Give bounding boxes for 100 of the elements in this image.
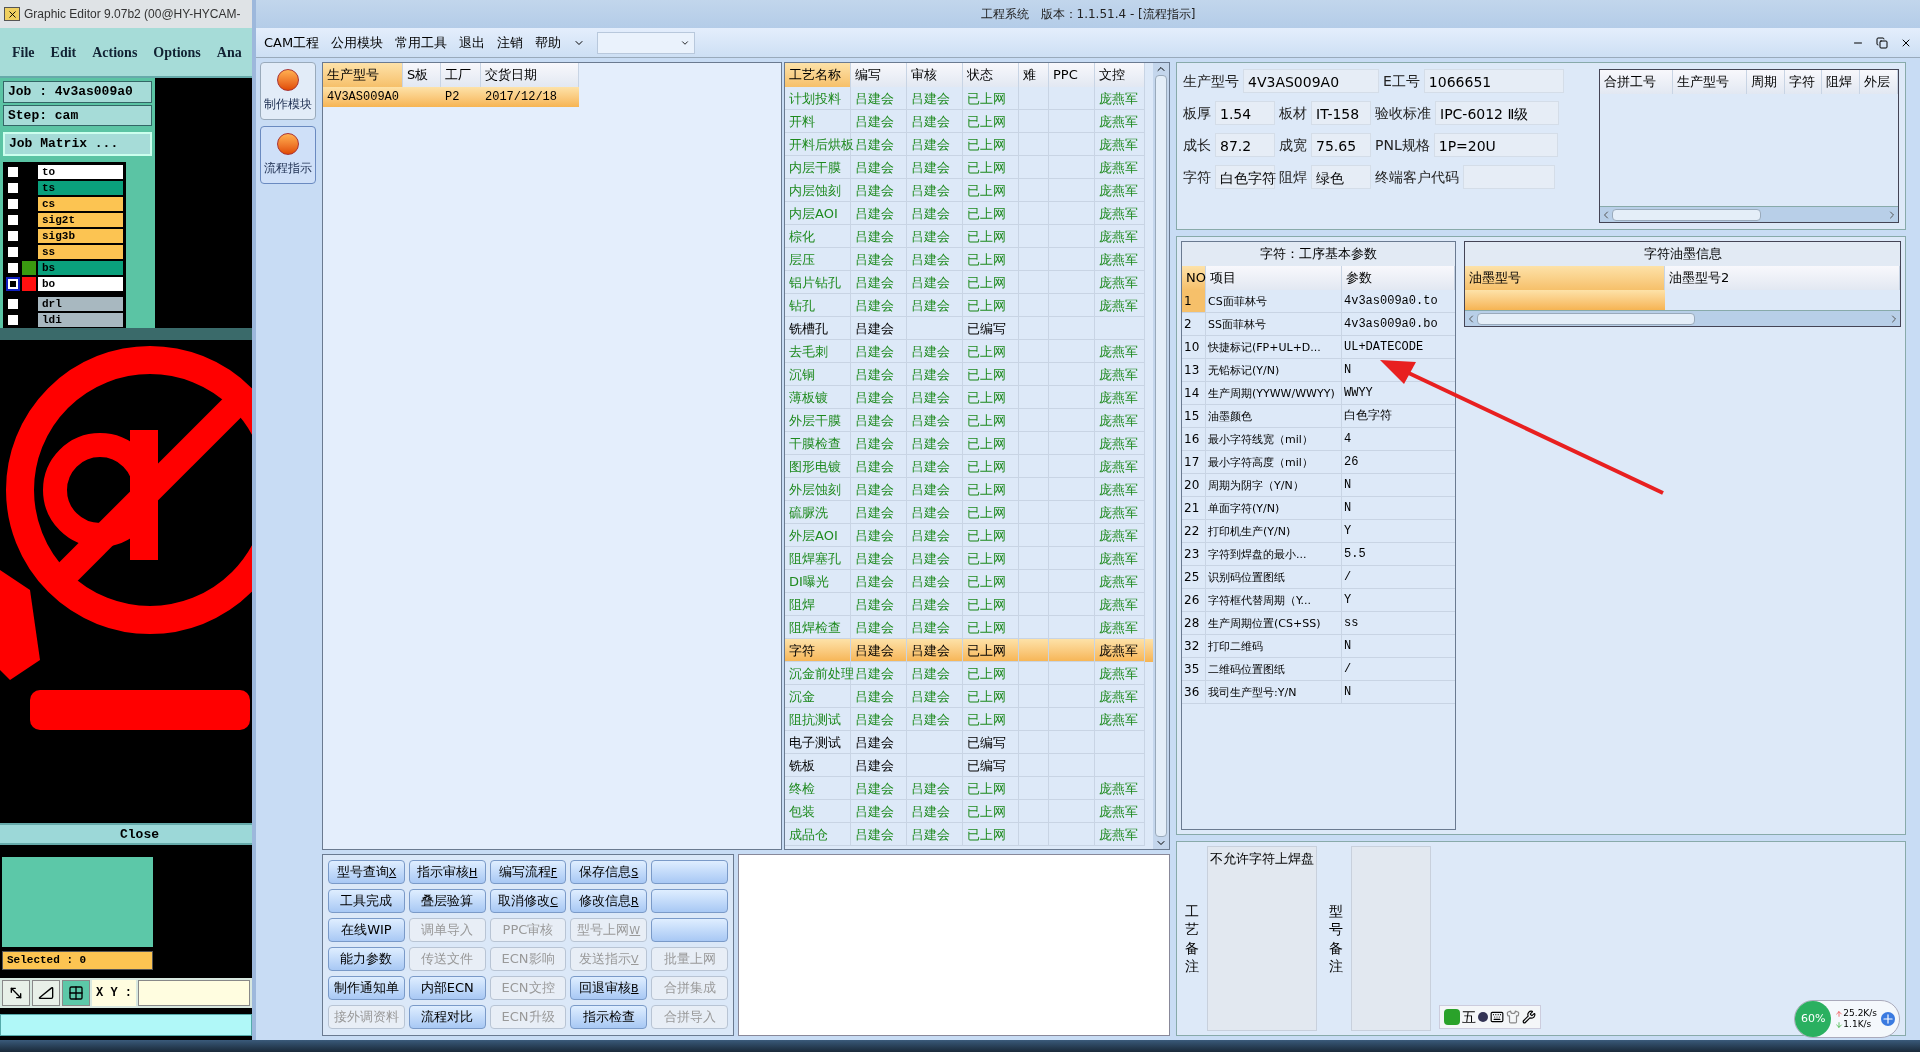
- process-row[interactable]: 干膜检查 吕建会 吕建会 已上网 庞燕军: [785, 432, 1153, 455]
- note-field[interactable]: 不允许字符上焊盘: [1207, 846, 1317, 1031]
- layer-checkbox[interactable]: [6, 164, 20, 179]
- action-button[interactable]: [651, 918, 728, 942]
- column-header[interactable]: 周期: [1746, 70, 1785, 94]
- column-header[interactable]: 油墨型号2: [1665, 266, 1900, 290]
- process-row[interactable]: 内层干膜 吕建会 吕建会 已上网 庞燕军: [785, 156, 1153, 179]
- menu-item[interactable]: File: [12, 41, 35, 63]
- layer-checkbox[interactable]: [6, 212, 20, 227]
- column-header[interactable]: NO: [1182, 266, 1206, 290]
- layer-name[interactable]: cs: [38, 196, 123, 211]
- column-header[interactable]: 油墨型号: [1465, 266, 1665, 290]
- process-row[interactable]: 字符 吕建会 吕建会 已上网 庞燕军: [785, 639, 1153, 662]
- process-row[interactable]: 薄板镀 吕建会 吕建会 已上网 庞燕军: [785, 386, 1153, 409]
- restore-icon[interactable]: [1876, 36, 1888, 49]
- layer-checkbox[interactable]: [6, 180, 20, 195]
- column-header[interactable]: 工艺名称: [785, 63, 851, 87]
- zoom-icon[interactable]: [2, 979, 30, 1006]
- dropdown-field[interactable]: [597, 31, 696, 54]
- process-row[interactable]: 棕化 吕建会 吕建会 已上网 庞燕军: [785, 225, 1153, 248]
- layer-name[interactable]: ldi: [38, 312, 123, 327]
- job-matrix-button[interactable]: Job Matrix ...: [3, 132, 152, 156]
- process-row[interactable]: 终检 吕建会 吕建会 已上网 庞燕军: [785, 777, 1153, 800]
- column-header[interactable]: PPC: [1049, 63, 1095, 87]
- column-header[interactable]: 难: [1019, 63, 1049, 87]
- menu-item[interactable]: Ana: [216, 41, 242, 63]
- action-button[interactable]: 修改信息R: [570, 889, 648, 913]
- close-button[interactable]: Close: [0, 823, 252, 845]
- menu-item[interactable]: CAM工程: [264, 32, 320, 53]
- menu-item[interactable]: Actions: [92, 41, 138, 63]
- process-row[interactable]: 硫脲洗 吕建会 吕建会 已上网 庞燕军: [785, 501, 1153, 524]
- process-row[interactable]: 钻孔 吕建会 吕建会 已上网 庞燕军: [785, 294, 1153, 317]
- horizontal-scrollbar[interactable]: [1465, 310, 1900, 326]
- horizontal-scrollbar[interactable]: [1600, 206, 1898, 222]
- process-row[interactable]: 电子测试 吕建会 已编写: [785, 731, 1153, 754]
- menu-item[interactable]: 退出: [459, 32, 486, 53]
- vertical-scrollbar[interactable]: [1153, 63, 1169, 849]
- process-row[interactable]: 开料后烘板吕建会 吕建会 已上网 庞燕军: [785, 133, 1153, 156]
- menu-item[interactable]: Options: [153, 41, 201, 63]
- process-row[interactable]: 铣槽孔 吕建会 已编写: [785, 317, 1153, 340]
- action-button[interactable]: [651, 889, 728, 913]
- column-header[interactable]: 审核: [907, 63, 963, 87]
- action-button[interactable]: 能力参数: [328, 947, 405, 971]
- action-button[interactable]: 工具完成: [328, 889, 405, 913]
- action-button[interactable]: 指示审核H: [408, 860, 486, 884]
- note-field[interactable]: [1351, 846, 1431, 1031]
- process-row[interactable]: 开料 吕建会 吕建会 已上网 庞燕军: [785, 110, 1153, 133]
- module-button[interactable]: 制作模块: [260, 62, 316, 120]
- layer-name[interactable]: ts: [38, 180, 123, 195]
- process-row[interactable]: DI曝光 吕建会 吕建会 已上网 庞燕军: [785, 570, 1153, 593]
- process-row[interactable]: 包装 吕建会 吕建会 已上网 庞燕军: [785, 800, 1153, 823]
- layer-checkbox[interactable]: [6, 196, 20, 211]
- module-button[interactable]: 流程指示: [260, 126, 316, 184]
- add-icon[interactable]: [1881, 1012, 1895, 1026]
- grid-icon[interactable]: [62, 979, 90, 1006]
- column-header[interactable]: 编写: [851, 63, 907, 87]
- process-row[interactable]: 内层蚀刻 吕建会 吕建会 已上网 庞燕军: [785, 179, 1153, 202]
- process-row[interactable]: 图形电镀 吕建会 吕建会 已上网 庞燕军: [785, 455, 1153, 478]
- layer-name[interactable]: ss: [38, 244, 123, 259]
- process-row[interactable]: 计划投料 吕建会 吕建会 已上网 庞燕军: [785, 87, 1153, 110]
- layer-checkbox[interactable]: [6, 296, 20, 311]
- action-button[interactable]: 回退审核B: [570, 976, 648, 1000]
- coordinate-field[interactable]: [138, 979, 250, 1006]
- layer-name[interactable]: sig3b: [38, 228, 123, 243]
- menu-item[interactable]: 帮助: [535, 32, 562, 53]
- ime-mode[interactable]: 五: [1462, 1006, 1476, 1028]
- process-row[interactable]: 层压 吕建会 吕建会 已上网 庞燕军: [785, 248, 1153, 271]
- column-header[interactable]: 交货日期: [481, 63, 579, 87]
- column-header[interactable]: 参数: [1342, 266, 1455, 290]
- action-button[interactable]: 流程对比: [408, 1005, 486, 1029]
- column-header[interactable]: 阻焊: [1822, 70, 1861, 94]
- layer-checkbox[interactable]: [6, 228, 20, 243]
- layer-name[interactable]: to: [38, 164, 123, 179]
- column-header[interactable]: 工厂: [441, 63, 481, 87]
- process-row[interactable]: 外层干膜 吕建会 吕建会 已上网 庞燕军: [785, 409, 1153, 432]
- column-header[interactable]: 字符: [1784, 70, 1823, 94]
- menu-item[interactable]: Edit: [50, 41, 77, 63]
- column-header[interactable]: 生产型号: [1673, 70, 1747, 94]
- process-row[interactable]: 外层AOI 吕建会 吕建会 已上网 庞燕军: [785, 524, 1153, 547]
- action-button[interactable]: 编写流程F: [489, 860, 567, 884]
- process-row[interactable]: 阻焊塞孔 吕建会 吕建会 已上网 庞燕军: [785, 547, 1153, 570]
- process-row[interactable]: 成品仓 吕建会 吕建会 已上网 庞燕军: [785, 823, 1153, 846]
- action-button[interactable]: 指示检查: [570, 1005, 648, 1029]
- process-row[interactable]: 外层蚀刻 吕建会 吕建会 已上网 庞燕军: [785, 478, 1153, 501]
- column-header[interactable]: 合拼工号: [1600, 70, 1674, 94]
- process-row[interactable]: 铣板 吕建会 已编写: [785, 754, 1153, 777]
- process-row[interactable]: 去毛刺 吕建会 吕建会 已上网 庞燕军: [785, 340, 1153, 363]
- action-button[interactable]: [651, 860, 728, 884]
- process-row[interactable]: 铝片钻孔 吕建会 吕建会 已上网 庞燕军: [785, 271, 1153, 294]
- action-button[interactable]: 制作通知单: [328, 976, 405, 1000]
- process-row[interactable]: 沉金 吕建会 吕建会 已上网 庞燕军: [785, 685, 1153, 708]
- column-header[interactable]: 文控: [1095, 63, 1145, 87]
- column-header[interactable]: 项目: [1206, 266, 1342, 290]
- action-button[interactable]: 在线WIP: [328, 918, 405, 942]
- process-row[interactable]: 沉铜 吕建会 吕建会 已上网 庞燕军: [785, 363, 1153, 386]
- layer-checkbox[interactable]: [6, 260, 20, 275]
- column-header[interactable]: 外层: [1860, 70, 1898, 94]
- process-row[interactable]: 阻抗测试 吕建会 吕建会 已上网 庞燕军: [785, 708, 1153, 731]
- action-button[interactable]: 型号查询X: [328, 860, 405, 884]
- process-row[interactable]: 阻焊 吕建会 吕建会 已上网 庞燕军: [785, 593, 1153, 616]
